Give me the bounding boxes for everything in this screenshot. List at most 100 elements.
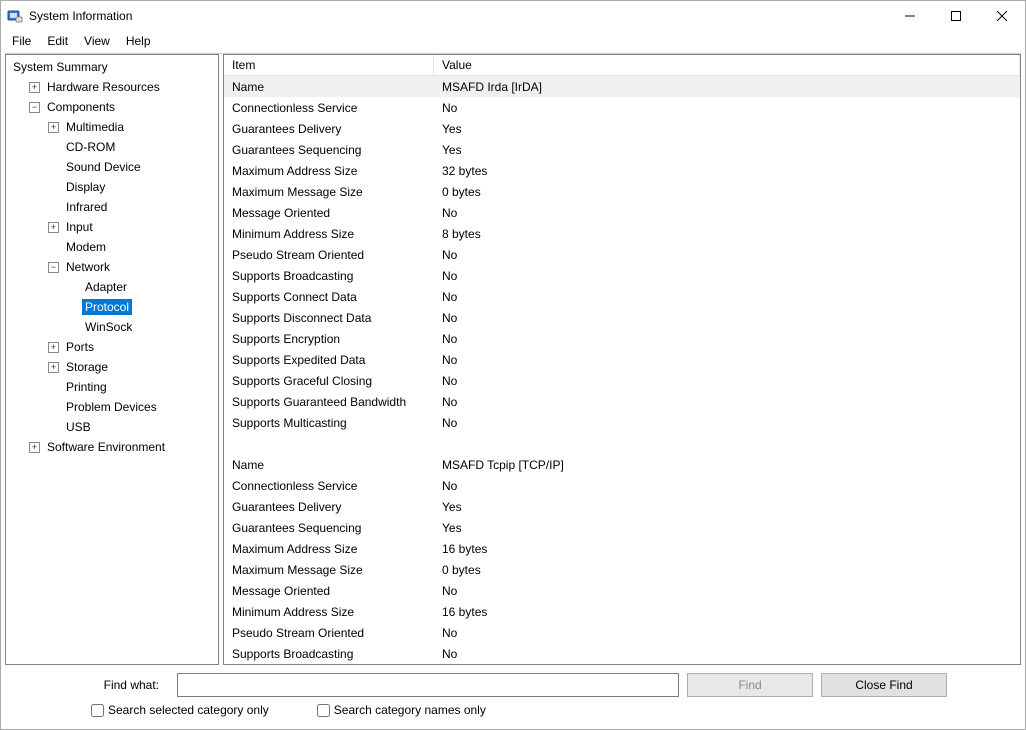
detail-row[interactable]: Supports BroadcastingNo [224, 643, 1020, 664]
detail-row[interactable]: Guarantees DeliveryYes [224, 496, 1020, 517]
detail-scroll[interactable]: Item Value NameMSAFD Irda [IrDA]Connecti… [224, 55, 1020, 664]
detail-row[interactable]: Supports Expedited DataNo [224, 349, 1020, 370]
chk-category-names-box[interactable] [317, 704, 330, 717]
detail-row[interactable]: Guarantees DeliveryYes [224, 118, 1020, 139]
detail-row[interactable]: Supports Disconnect DataNo [224, 307, 1020, 328]
tree-item-network[interactable]: −Network [6, 257, 218, 277]
detail-row[interactable]: Connectionless ServiceNo [224, 97, 1020, 118]
cell-item: Message Oriented [224, 584, 434, 598]
tree-item-adapter[interactable]: Adapter [6, 277, 218, 297]
expander-placeholder [67, 322, 78, 333]
tree-item-winsock[interactable]: WinSock [6, 317, 218, 337]
maximize-button[interactable] [933, 1, 979, 31]
detail-row[interactable]: Maximum Address Size16 bytes [224, 538, 1020, 559]
chk-category-names[interactable]: Search category names only [317, 703, 486, 717]
detail-row[interactable]: Supports Guaranteed BandwidthNo [224, 391, 1020, 412]
tree-label[interactable]: WinSock [82, 319, 135, 335]
chk-selected-category[interactable]: Search selected category only [91, 703, 269, 717]
tree-item-input[interactable]: + Input [6, 217, 218, 237]
detail-row[interactable]: Supports EncryptionNo [224, 328, 1020, 349]
tree-item-multimedia[interactable]: + Multimedia [6, 117, 218, 137]
detail-row[interactable]: Maximum Message Size0 bytes [224, 559, 1020, 580]
detail-row[interactable]: Message OrientedNo [224, 202, 1020, 223]
detail-row[interactable]: Pseudo Stream OrientedNo [224, 622, 1020, 643]
detail-row[interactable]: Guarantees SequencingYes [224, 517, 1020, 538]
expand-icon[interactable]: + [48, 222, 59, 233]
detail-row[interactable]: Supports Graceful ClosingNo [224, 370, 1020, 391]
detail-row[interactable]: Minimum Address Size16 bytes [224, 601, 1020, 622]
detail-row[interactable]: Minimum Address Size8 bytes [224, 223, 1020, 244]
detail-row[interactable]: Maximum Address Size32 bytes [224, 160, 1020, 181]
col-head-value[interactable]: Value [434, 55, 1020, 75]
detail-row[interactable]: Supports Connect DataNo [224, 286, 1020, 307]
close-button[interactable] [979, 1, 1025, 31]
collapse-icon[interactable]: − [48, 262, 59, 273]
tree-item-storage[interactable]: + Storage [6, 357, 218, 377]
cell-item: Message Oriented [224, 206, 434, 220]
tree-label[interactable]: Software Environment [44, 439, 168, 455]
cell-item: Connectionless Service [224, 479, 434, 493]
menu-edit[interactable]: Edit [40, 33, 75, 49]
detail-row[interactable]: Pseudo Stream OrientedNo [224, 244, 1020, 265]
detail-row[interactable]: Guarantees SequencingYes [224, 139, 1020, 160]
detail-row[interactable]: Supports BroadcastingNo [224, 265, 1020, 286]
tree-label[interactable]: Input [63, 219, 96, 235]
tree-item-hardware-resources[interactable]: + Hardware Resources [6, 77, 218, 97]
detail-row[interactable]: Supports MulticastingNo [224, 412, 1020, 433]
tree-label[interactable]: Display [63, 179, 108, 195]
tree-label[interactable]: Modem [63, 239, 109, 255]
tree-item-ports[interactable]: + Ports [6, 337, 218, 357]
tree-item-modem[interactable]: Modem [6, 237, 218, 257]
detail-row[interactable]: Maximum Message Size0 bytes [224, 181, 1020, 202]
expander-placeholder [48, 242, 59, 253]
expand-icon[interactable]: + [29, 442, 40, 453]
minimize-button[interactable] [887, 1, 933, 31]
menu-view[interactable]: View [77, 33, 117, 49]
tree-item-infrared[interactable]: Infrared [6, 197, 218, 217]
tree-item-problem-devices[interactable]: Problem Devices [6, 397, 218, 417]
tree-label[interactable]: USB [63, 419, 94, 435]
tree-item-printing[interactable]: Printing [6, 377, 218, 397]
expander-placeholder [48, 202, 59, 213]
tree-label[interactable]: Problem Devices [63, 399, 160, 415]
expand-icon[interactable]: + [48, 362, 59, 373]
tree-pane[interactable]: System Summary+Hardware Resources−Compon… [5, 54, 219, 665]
tree-label[interactable]: Adapter [82, 279, 130, 295]
tree-label[interactable]: Network [63, 259, 113, 275]
tree-item-cd-rom[interactable]: CD-ROM [6, 137, 218, 157]
tree-label[interactable]: Protocol [82, 299, 132, 315]
tree-label[interactable]: Infrared [63, 199, 110, 215]
tree-label[interactable]: Storage [63, 359, 111, 375]
tree-label[interactable]: Multimedia [63, 119, 127, 135]
tree-label[interactable]: Ports [63, 339, 97, 355]
tree-label[interactable]: Hardware Resources [44, 79, 163, 95]
tree-label[interactable]: CD-ROM [63, 139, 118, 155]
tree-item-protocol[interactable]: Protocol [6, 297, 218, 317]
find-button[interactable]: Find [687, 673, 813, 697]
expander-placeholder [67, 282, 78, 293]
chk-selected-category-box[interactable] [91, 704, 104, 717]
detail-row[interactable]: NameMSAFD Tcpip [TCP/IP] [224, 454, 1020, 475]
expand-icon[interactable]: + [29, 82, 40, 93]
collapse-icon[interactable]: − [29, 102, 40, 113]
tree-item-display[interactable]: Display [6, 177, 218, 197]
expand-icon[interactable]: + [48, 122, 59, 133]
tree-label[interactable]: System Summary [10, 59, 111, 75]
tree-item-system-summary[interactable]: System Summary [6, 57, 218, 77]
menu-file[interactable]: File [5, 33, 38, 49]
find-input[interactable] [177, 673, 679, 697]
detail-row[interactable]: Message OrientedNo [224, 580, 1020, 601]
expand-icon[interactable]: + [48, 342, 59, 353]
close-find-button[interactable]: Close Find [821, 673, 947, 697]
tree-label[interactable]: Components [44, 99, 118, 115]
tree-label[interactable]: Printing [63, 379, 110, 395]
detail-row[interactable]: NameMSAFD Irda [IrDA] [224, 76, 1020, 97]
tree-item-usb[interactable]: USB [6, 417, 218, 437]
tree-label[interactable]: Sound Device [63, 159, 144, 175]
tree-item-sound-device[interactable]: Sound Device [6, 157, 218, 177]
col-head-item[interactable]: Item [224, 55, 434, 75]
menu-help[interactable]: Help [119, 33, 158, 49]
detail-row[interactable]: Connectionless ServiceNo [224, 475, 1020, 496]
tree-item-software-environment[interactable]: + Software Environment [6, 437, 218, 457]
tree-item-components[interactable]: −Components [6, 97, 218, 117]
